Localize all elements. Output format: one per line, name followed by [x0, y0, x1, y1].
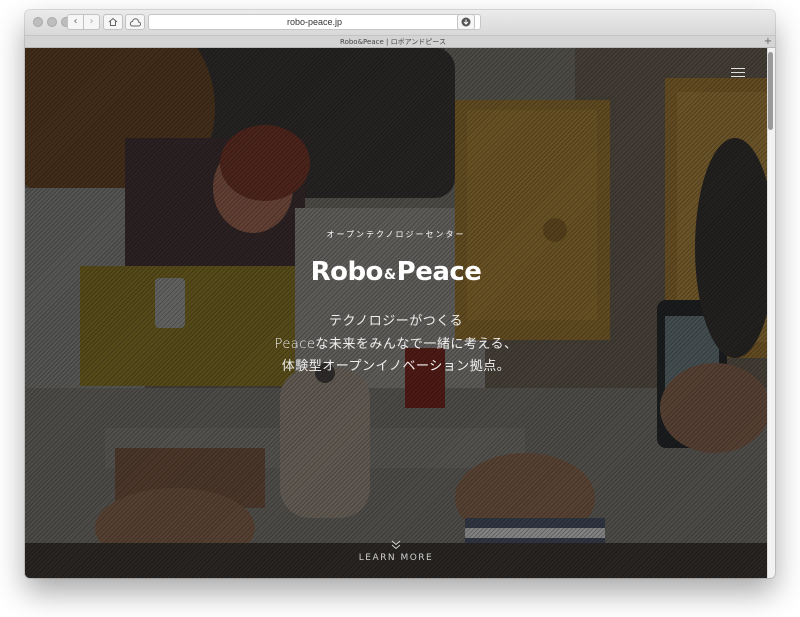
hero-copy-line-2: Peaceな未来をみんなで一緒に考える、 [274, 337, 518, 352]
tab-bar: Robo&Peace | ロボアンドピース + [25, 36, 775, 48]
hero-tagline: オープンテクノロジーセンター [326, 230, 466, 239]
browser-toolbar: ‹ › robo-peace.jp [25, 10, 775, 36]
forward-button[interactable]: › [83, 14, 100, 30]
downloads-button[interactable] [457, 14, 475, 30]
hamburger-menu-button[interactable] [731, 68, 745, 80]
logo-text-peace: Peace [396, 257, 482, 287]
page-viewport: オープンテクノロジーセンター Robo&Peace テクノロジーがつくる Pea… [25, 48, 767, 578]
logo-text-robo: Robo [310, 257, 384, 287]
hamburger-menu-icon-bar [731, 72, 745, 73]
site-logo[interactable]: Robo&Peace [25, 257, 767, 287]
download-icon [461, 17, 471, 27]
tab-title[interactable]: Robo&Peace | ロボアンドピース [25, 36, 761, 48]
url-text[interactable]: robo-peace.jp [149, 15, 480, 30]
scrollbar-thumb[interactable] [768, 52, 773, 130]
hamburger-menu-icon [731, 68, 745, 69]
browser-window: ‹ › robo-peace.jp Robo&Peace | ロボアンドピース … [25, 10, 775, 578]
home-button[interactable] [103, 14, 123, 30]
window-close-button[interactable] [33, 17, 43, 27]
hamburger-menu-icon-bar [731, 76, 745, 77]
hero-copy-line-3: 体験型オープンイノベーション拠点。 [281, 359, 511, 374]
icloud-tabs-button[interactable] [125, 14, 145, 30]
back-button[interactable]: ‹ [67, 14, 84, 30]
window-minimize-button[interactable] [47, 17, 57, 27]
new-tab-button[interactable]: + [763, 36, 773, 47]
home-icon [108, 17, 118, 26]
learn-more-link[interactable]: LEARN MORE [25, 553, 767, 563]
logo-ampersand: & [383, 267, 396, 283]
address-bar[interactable]: robo-peace.jp [148, 14, 481, 30]
cloud-icon [129, 18, 141, 27]
hero-copy-line-1: テクノロジーがつくる [329, 314, 463, 329]
double-chevron-down-icon[interactable] [390, 540, 402, 550]
